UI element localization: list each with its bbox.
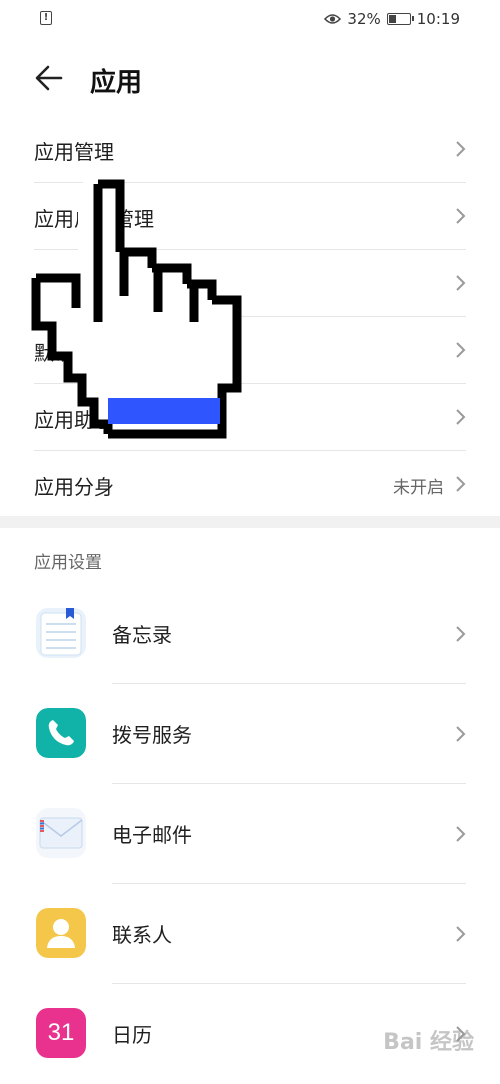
hand-pointer-icon xyxy=(31,179,242,439)
status-right: 32% 10:19 xyxy=(324,8,460,30)
menu-item-label: 应用管理 xyxy=(34,140,114,164)
app-item-label: 电子邮件 xyxy=(112,823,192,847)
header: 应用 xyxy=(0,52,500,104)
app-item-dialer[interactable]: 拨号服务 xyxy=(0,684,500,784)
clock: 10:19 xyxy=(416,10,460,28)
phone-icon xyxy=(36,708,86,758)
chevron-right-icon xyxy=(456,626,466,642)
app-item-notes[interactable]: 备忘录 xyxy=(0,584,500,684)
alert-icon: ! xyxy=(40,11,52,25)
notes-icon xyxy=(36,608,86,658)
back-arrow-icon[interactable] xyxy=(34,64,64,92)
email-icon xyxy=(36,808,86,858)
chevron-right-icon xyxy=(456,141,466,157)
app-item-contacts[interactable]: 联系人 xyxy=(0,884,500,984)
chevron-right-icon xyxy=(456,926,466,942)
section-title: 应用设置 xyxy=(34,553,102,573)
app-item-label: 拨号服务 xyxy=(112,723,192,747)
app-item-email[interactable]: 电子邮件 xyxy=(0,784,500,884)
battery-percent: 32% xyxy=(347,10,381,28)
section-separator xyxy=(0,516,500,528)
chevron-right-icon xyxy=(456,342,466,358)
app-twin-status: 未开启 xyxy=(393,478,444,498)
chevron-right-icon xyxy=(456,826,466,842)
app-item-label: 备忘录 xyxy=(112,623,172,647)
chevron-right-icon xyxy=(456,275,466,291)
calendar-icon-date: 31 xyxy=(47,1019,75,1046)
app-item-label: 联系人 xyxy=(112,923,172,947)
calendar-icon: 31 xyxy=(36,1008,86,1058)
chevron-right-icon xyxy=(456,208,466,224)
status-bar: ! 32% 10:19 xyxy=(0,0,500,38)
menu-item-label: 应用分身 xyxy=(34,475,114,499)
battery-icon xyxy=(386,13,414,25)
page-title: 应用 xyxy=(90,68,143,98)
watermark: Bai 经验 xyxy=(383,1030,474,1055)
chevron-right-icon xyxy=(456,476,466,492)
menu-item-app-management[interactable]: 应用管理 xyxy=(0,116,500,182)
menu-item-app-twin[interactable]: 应用分身 未开启 xyxy=(0,451,500,517)
chevron-right-icon xyxy=(456,409,466,425)
contacts-icon xyxy=(36,908,86,958)
app-item-label: 日历 xyxy=(112,1023,152,1047)
chevron-right-icon xyxy=(456,726,466,742)
eye-icon xyxy=(324,14,342,24)
cursor-accent xyxy=(108,398,220,424)
